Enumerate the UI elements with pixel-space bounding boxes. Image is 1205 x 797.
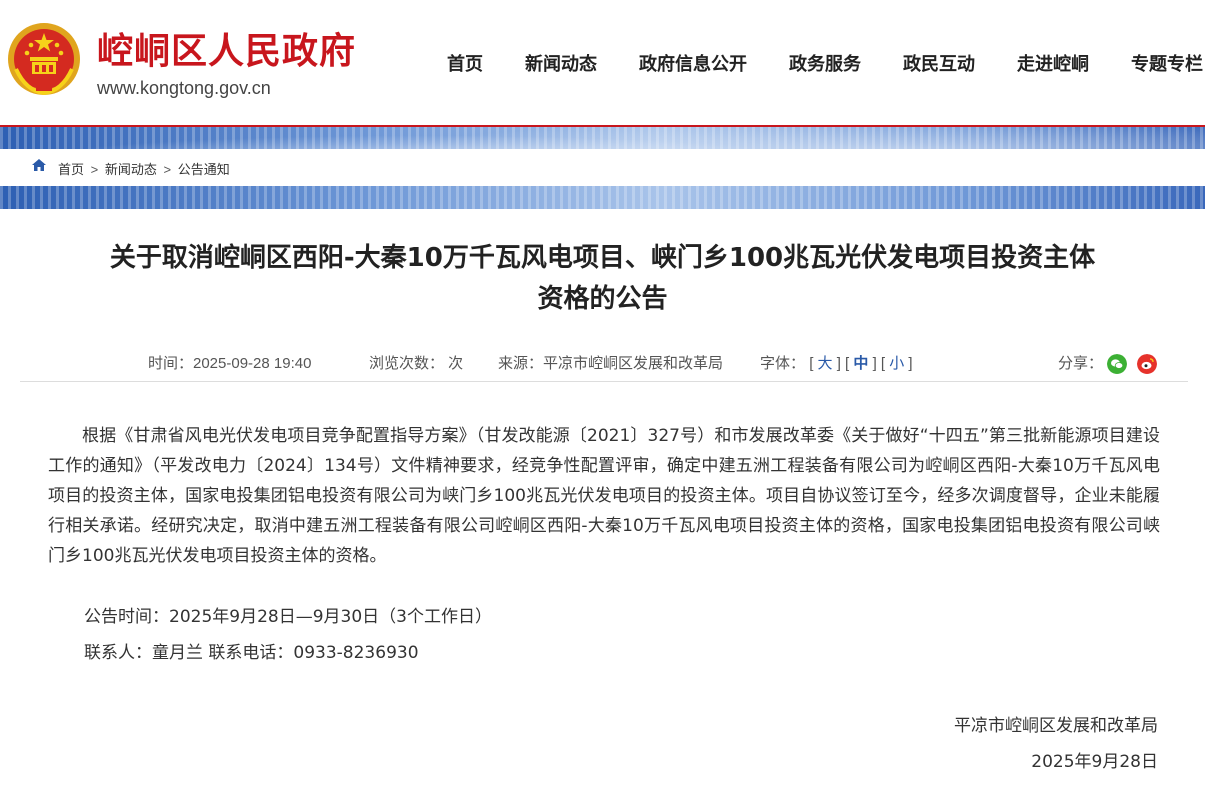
site-domain: www.kongtong.gov.cn (97, 78, 271, 98)
nav-item-news[interactable]: 新闻动态 (525, 50, 597, 76)
breadcrumb: 首页 > 新闻动态 > 公告通知 (0, 149, 1205, 186)
contact-info: 联系人：童月兰 联系电话：0933-8236930 (84, 643, 419, 663)
article-source: 来源：平凉市崆峒区发展和改革局 (498, 355, 724, 372)
breadcrumb-news[interactable]: 新闻动态 (105, 162, 157, 177)
site-header: 崆峒区人民政府 www.kongtong.gov.cn 首页 新闻动态 政府信息… (0, 0, 1205, 125)
nav-item-home[interactable]: 首页 (447, 50, 483, 76)
nav-item-interaction[interactable]: 政民互动 (903, 50, 975, 76)
weibo-icon[interactable] (1137, 354, 1157, 374)
article-paragraph: 根据《甘肃省风电光伏发电项目竞争配置指导方案》（甘发改能源〔2021〕327号）… (48, 426, 1160, 566)
font-size-label: 字体： (760, 355, 806, 372)
article-body: 根据《甘肃省风电光伏发电项目竞争配置指导方案》（甘发改能源〔2021〕327号）… (48, 421, 1160, 571)
font-large-button[interactable]: 大 (818, 355, 833, 372)
font-size-control: 字体： [ 大 ] [ 中 ] [ 小 ] (760, 355, 913, 372)
meta-divider (20, 381, 1188, 382)
article-title-line: 资格的公告 (537, 284, 668, 314)
nav-item-topics[interactable]: 专题专栏 (1131, 50, 1203, 76)
font-medium-button[interactable]: 中 (853, 355, 868, 372)
nav-item-about[interactable]: 走进崆峒 (1017, 50, 1089, 76)
wechat-icon[interactable] (1107, 354, 1127, 374)
breadcrumb-separator: > (163, 162, 172, 177)
share-label: 分享： (1058, 355, 1104, 372)
notice-period: 公告时间：2025年9月28日—9月30日（3个工作日） (84, 607, 492, 627)
font-small-button[interactable]: 小 (889, 355, 904, 372)
signature-org: 平凉市崆峒区发展和改革局 (954, 716, 1158, 736)
article-title-line: 关于取消崆峒区西阳-大秦10万千瓦风电项目、峡门乡100兆瓦光伏发电项目投资主体 (109, 243, 1096, 273)
article-title: 关于取消崆峒区西阳-大秦10万千瓦风电项目、峡门乡100兆瓦光伏发电项目投资主体… (40, 238, 1165, 320)
article-meta: 时间：2025-09-28 19:40 浏览次数： 次 来源：平凉市崆峒区发展和… (0, 352, 1205, 374)
breadcrumb-separator: > (90, 162, 99, 177)
breadcrumb-home[interactable]: 首页 (58, 162, 84, 177)
breadcrumb-notices[interactable]: 公告通知 (178, 162, 230, 177)
nav-item-gov-info[interactable]: 政府信息公开 (639, 50, 747, 76)
signature-date: 2025年9月28日 (1031, 752, 1158, 772)
publish-time: 时间：2025-09-28 19:40 (148, 355, 312, 372)
home-icon (32, 159, 46, 171)
main-nav: 首页 新闻动态 政府信息公开 政务服务 政民互动 走进崆峒 专题专栏 (0, 50, 1205, 80)
view-count: 浏览次数： 次 (369, 355, 464, 372)
nav-item-services[interactable]: 政务服务 (789, 50, 861, 76)
